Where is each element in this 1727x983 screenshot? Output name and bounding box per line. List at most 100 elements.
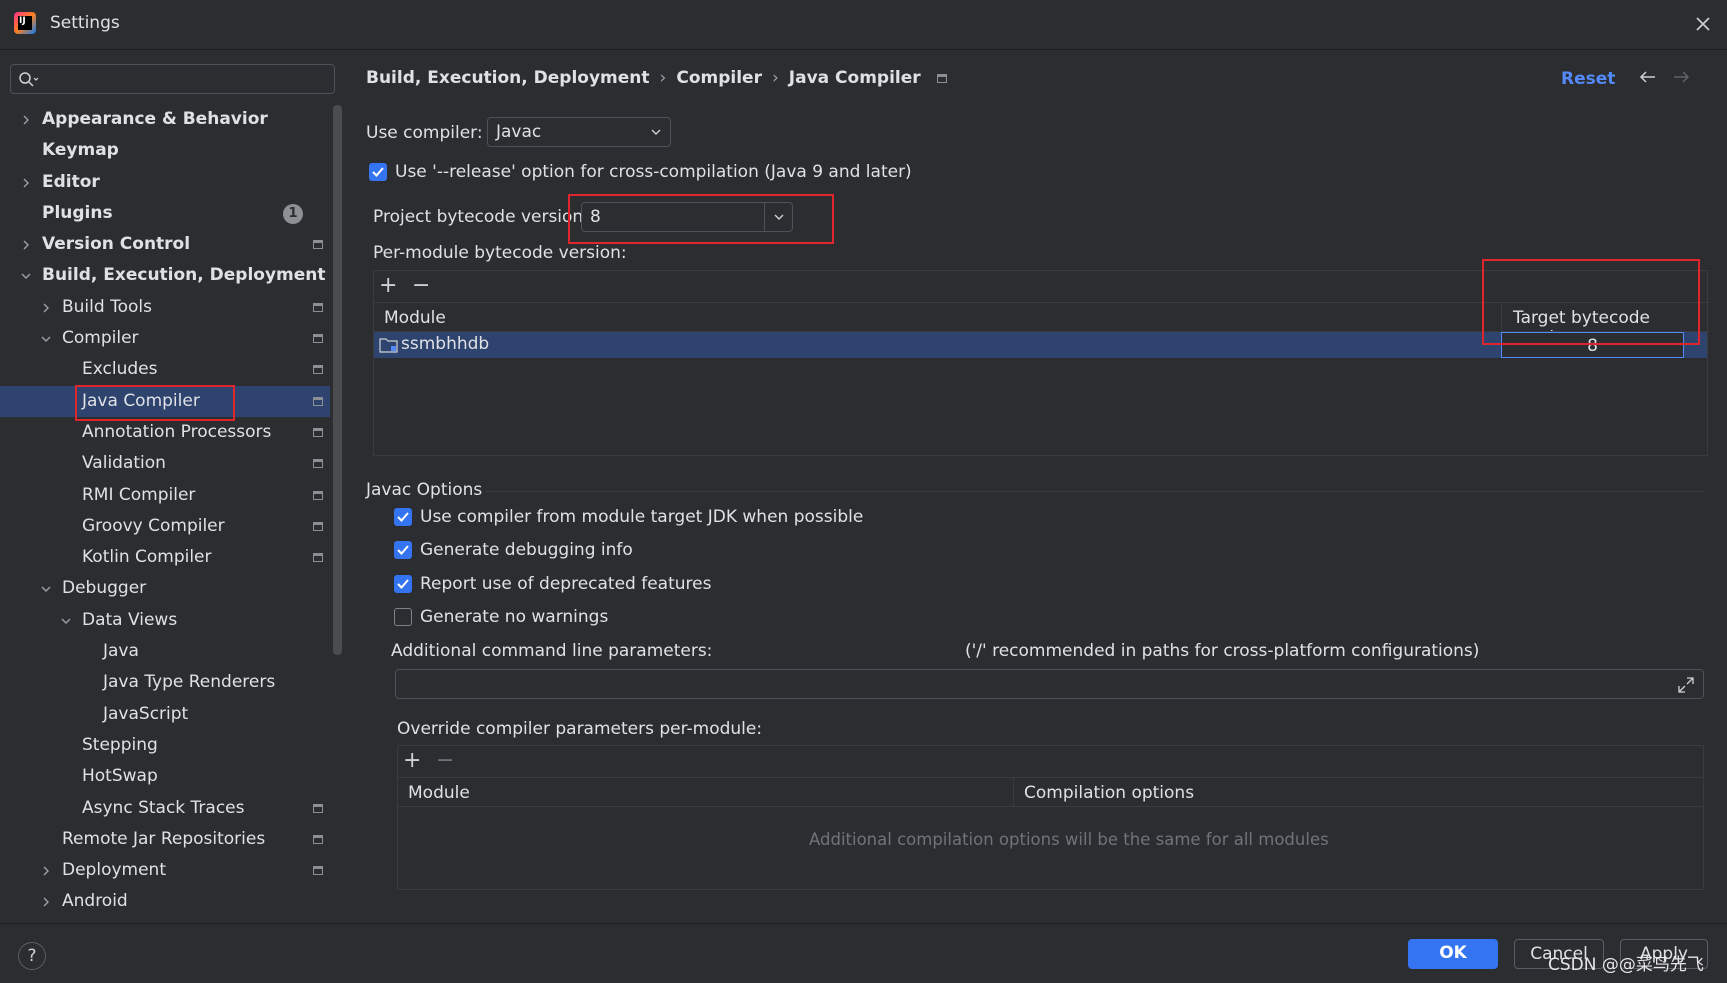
section-divider: [485, 491, 1703, 492]
project-bytecode-label: Project bytecode version: [373, 207, 584, 227]
sidebar-item-android[interactable]: Android: [0, 886, 330, 917]
sidebar-item-stepping[interactable]: Stepping: [0, 730, 330, 761]
chevron-right-icon[interactable]: [40, 896, 52, 908]
check-icon: [397, 512, 409, 522]
check-icon: [372, 167, 384, 177]
use-module-jdk-checkbox[interactable]: [394, 508, 412, 526]
sidebar-item-annotation-processors[interactable]: Annotation Processors: [0, 417, 330, 448]
sidebar-item-label: Annotation Processors: [82, 421, 272, 442]
check-icon: [397, 579, 409, 589]
additional-params-label: Additional command line parameters:: [391, 641, 713, 661]
chevron-down-icon[interactable]: [60, 615, 72, 627]
sidebar-item-rmi-compiler[interactable]: RMI Compiler: [0, 480, 330, 511]
chevron-right-icon[interactable]: [20, 239, 32, 251]
chevron-right-icon[interactable]: [20, 177, 32, 189]
help-button[interactable]: ?: [18, 942, 46, 970]
project-level-icon: [313, 302, 323, 312]
override-params-table: + − Module Compilation options Additiona…: [397, 745, 1705, 890]
chevron-right-icon[interactable]: [20, 114, 32, 126]
column-header-module[interactable]: Module: [384, 308, 446, 328]
chevron-right-icon[interactable]: [40, 865, 52, 877]
breadcrumb-item[interactable]: Build, Execution, Deployment: [366, 68, 650, 88]
sidebar-item-deployment[interactable]: Deployment: [0, 855, 330, 886]
search-input[interactable]: [10, 64, 335, 94]
use-module-jdk-label[interactable]: Use compiler from module target JDK when…: [420, 507, 863, 527]
sidebar-item-excludes[interactable]: Excludes: [0, 354, 330, 385]
debug-info-label[interactable]: Generate debugging info: [420, 540, 633, 560]
settings-content: Build, Execution, Deployment › Compiler › Ja…: [345, 50, 1727, 923]
sidebar-item-remote-jar-repositories[interactable]: Remote Jar Repositories: [0, 824, 330, 855]
sidebar-item-editor[interactable]: Editor: [0, 167, 330, 198]
sidebar-item-label: Appearance & Behavior: [42, 109, 268, 129]
per-module-label: Per-module bytecode version:: [373, 243, 627, 263]
sidebar-item-java[interactable]: Java: [0, 636, 330, 667]
chevron-down-icon: [651, 129, 661, 135]
chevron-right-icon[interactable]: [40, 302, 52, 314]
sidebar-item-java-type-renderers[interactable]: Java Type Renderers: [0, 667, 330, 698]
sidebar-item-async-stack-traces[interactable]: Async Stack Traces: [0, 793, 330, 824]
sidebar-item-label: Editor: [42, 171, 100, 192]
project-level-icon: [313, 490, 323, 500]
add-override-button[interactable]: +: [403, 750, 421, 772]
breadcrumb-separator: ›: [771, 68, 779, 88]
sidebar-item-version-control[interactable]: Version Control: [0, 229, 330, 260]
no-warnings-label[interactable]: Generate no warnings: [420, 607, 608, 627]
sidebar-item-hotswap[interactable]: HotSwap: [0, 761, 330, 792]
sidebar-item-label: Java: [103, 641, 139, 662]
column-header-module[interactable]: Module: [408, 783, 470, 803]
sidebar-item-label: Build Tools: [62, 296, 152, 317]
deprecated-features-checkbox[interactable]: [394, 575, 412, 593]
chevron-down-icon[interactable]: [40, 583, 52, 595]
reset-link[interactable]: Reset: [1561, 69, 1615, 89]
sidebar-item-keymap[interactable]: Keymap: [0, 135, 330, 166]
deprecated-features-label[interactable]: Report use of deprecated features: [420, 574, 711, 594]
project-level-icon: [313, 834, 323, 844]
forward-arrow-icon[interactable]: [1672, 70, 1690, 84]
project-level-icon: [313, 866, 323, 876]
sidebar-item-label: Kotlin Compiler: [82, 547, 212, 568]
release-option-checkbox[interactable]: [369, 163, 387, 181]
settings-tree: Appearance & Behavior Keymap Editor Plug…: [0, 104, 330, 918]
remove-module-button[interactable]: −: [412, 275, 430, 297]
back-arrow-icon[interactable]: [1639, 70, 1657, 84]
expand-icon[interactable]: [1677, 676, 1695, 694]
sidebar-item-appearance[interactable]: Appearance & Behavior: [0, 104, 330, 135]
sidebar-item-label: Groovy Compiler: [82, 515, 225, 536]
sidebar-item-plugins[interactable]: Plugins 1: [0, 198, 330, 229]
close-icon[interactable]: [1691, 12, 1715, 36]
use-compiler-label: Use compiler:: [366, 123, 483, 143]
sidebar-item-label: Stepping: [82, 734, 158, 755]
sidebar-item-label: Deployment: [62, 860, 166, 881]
chevron-down-icon[interactable]: [20, 270, 32, 282]
debug-info-checkbox[interactable]: [394, 541, 412, 559]
sidebar-item-compiler[interactable]: Compiler: [0, 323, 330, 354]
use-compiler-select[interactable]: Javac: [487, 117, 671, 147]
title-bar: IJ Settings: [0, 0, 1727, 50]
check-icon: [397, 545, 409, 555]
additional-params-input[interactable]: [395, 669, 1704, 699]
sidebar-item-data-views[interactable]: Data Views: [0, 605, 330, 636]
chevron-down-icon[interactable]: [40, 333, 52, 345]
plugins-update-badge: 1: [283, 203, 303, 224]
sidebar-item-debugger[interactable]: Debugger: [0, 573, 330, 604]
sidebar-item-label: Compiler: [62, 328, 139, 349]
breadcrumb-item: Java Compiler: [788, 68, 921, 88]
sidebar-item-build-tools[interactable]: Build Tools: [0, 292, 330, 323]
no-warnings-checkbox[interactable]: [394, 608, 412, 626]
sidebar-item-validation[interactable]: Validation: [0, 448, 330, 479]
sidebar-item-kotlin-compiler[interactable]: Kotlin Compiler: [0, 542, 330, 573]
breadcrumb-item[interactable]: Compiler: [676, 68, 762, 88]
column-header-compilation-options[interactable]: Compilation options: [1024, 783, 1194, 803]
sidebar-item-build-execution-deployment[interactable]: Build, Execution, Deployment: [0, 260, 330, 291]
project-level-icon: [936, 73, 947, 83]
sidebar-item-label: JavaScript: [103, 703, 189, 724]
column-divider: [1013, 778, 1014, 806]
sidebar-scrollbar[interactable]: [333, 105, 342, 655]
sidebar-item-groovy-compiler[interactable]: Groovy Compiler: [0, 511, 330, 542]
sidebar-item-javascript[interactable]: JavaScript: [0, 699, 330, 730]
add-module-button[interactable]: +: [379, 275, 397, 297]
ok-button[interactable]: OK: [1408, 939, 1498, 969]
release-option-label[interactable]: Use '--release' option for cross-compila…: [395, 162, 912, 182]
sidebar-item-label: Plugins: [42, 202, 113, 223]
sidebar-item-label: Build, Execution, Deployment: [42, 265, 326, 286]
